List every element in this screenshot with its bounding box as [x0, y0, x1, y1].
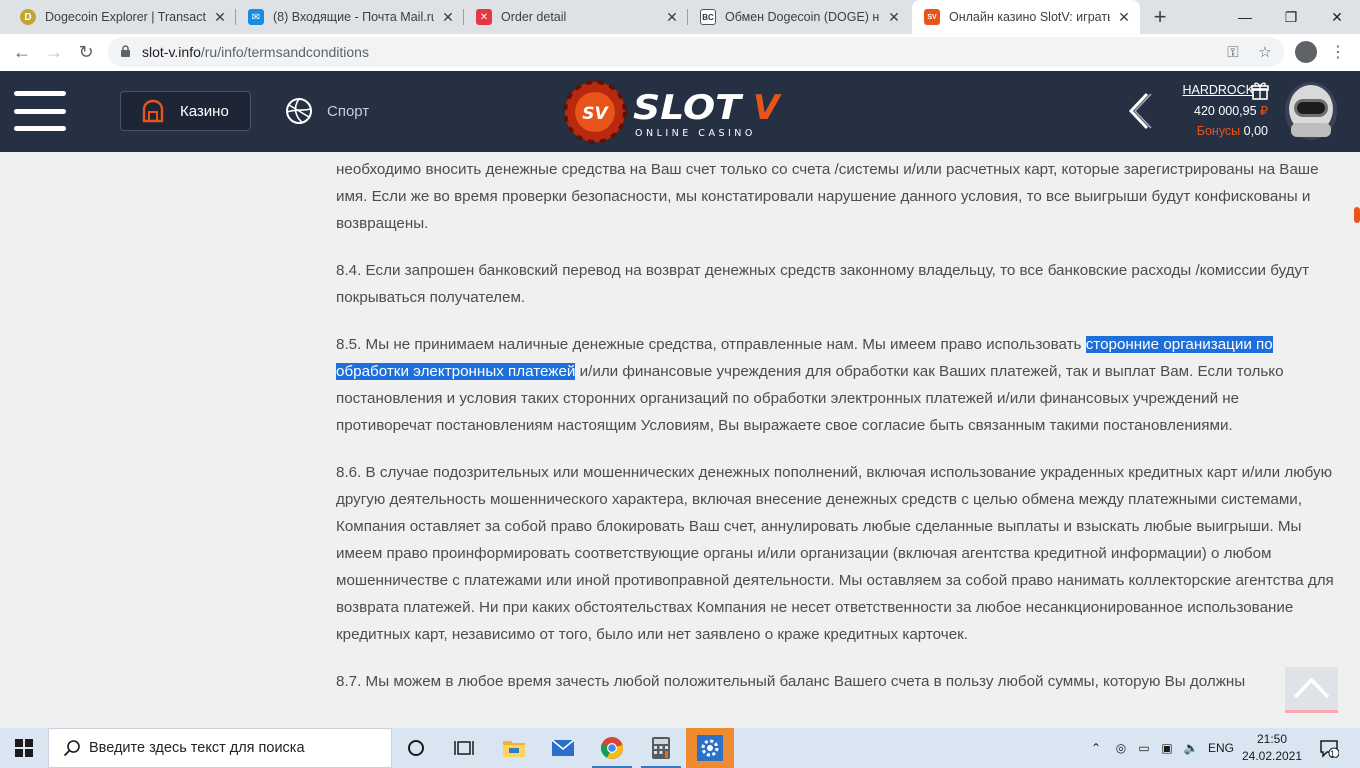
close-icon[interactable]: ✕ [212, 9, 228, 25]
chrome-icon[interactable] [588, 728, 636, 768]
close-icon[interactable]: ✕ [1116, 9, 1132, 25]
menu-kebab-icon[interactable]: ⋮ [1328, 42, 1348, 62]
minimize-button[interactable]: — [1222, 0, 1268, 34]
terms-content-area: необходимо вносить денежные средства на … [0, 152, 1350, 728]
gift-icon[interactable] [1250, 81, 1270, 101]
lock-icon [121, 45, 130, 57]
terms-paragraph: необходимо вносить денежные средства на … [336, 161, 1319, 232]
tablet-icon[interactable]: ▭ [1134, 728, 1154, 768]
sport-label: Спорт [327, 102, 370, 120]
new-tab-button[interactable]: + [1148, 4, 1172, 29]
user-account-block: HARDROCK 420 000,95 ₽ Бонусы 0,00 [1160, 81, 1270, 138]
bonus: Бонусы 0,00 [1160, 124, 1268, 138]
file-explorer-icon[interactable] [490, 728, 538, 768]
paragraph-text: 8.5. Мы не принимаем наличные денежные с… [336, 336, 1086, 353]
clock-date: 24.02.2021 [1241, 749, 1303, 763]
tab-slotv[interactable]: SV Онлайн казино SlotV: играть ✕ [912, 0, 1140, 34]
close-icon[interactable]: ✕ [440, 9, 456, 25]
basketball-icon [286, 98, 312, 124]
task-view-icon[interactable] [440, 728, 488, 768]
language-indicator[interactable]: ENG [1204, 728, 1238, 768]
balance-value: 420 000,95 [1194, 104, 1257, 118]
clock-time: 21:50 [1256, 732, 1288, 746]
scrollbar-thumb[interactable] [1354, 207, 1360, 223]
close-icon[interactable]: ✕ [664, 9, 680, 25]
chevron-left-icon[interactable] [1125, 91, 1153, 131]
tab-bestchange[interactable]: BC Обмен Dogecoin (DOGE) на С ✕ [688, 0, 910, 34]
cortana-icon[interactable] [392, 728, 440, 768]
casino-nav-button[interactable]: Казино [120, 91, 251, 131]
scroll-to-top-button[interactable] [1285, 667, 1338, 713]
tab-dogecoin-explorer[interactable]: D Dogecoin Explorer | Transaction ✕ [8, 0, 236, 34]
browser-toolbar: ← → ↻ slot-v.info/ru/info/termsandcondit… [0, 34, 1360, 71]
url-path: /ru/info/termsandconditions [200, 44, 369, 60]
key-icon[interactable]: ⚿ [1224, 43, 1242, 61]
windows-taskbar: Введите здесь текст для поиска ⌃ ◎ ▭ ▣ 🔈… [0, 728, 1360, 768]
casino-label: Казино [180, 102, 229, 120]
network-icon[interactable]: ▣ [1156, 728, 1178, 768]
exchange-icon: ✕ [476, 9, 492, 25]
page-scrollbar[interactable] [1350, 152, 1360, 728]
notification-count: 1 [1330, 749, 1336, 759]
url-text: slot-v.info/ru/info/termsandconditions [142, 44, 369, 60]
svg-text:SLOT: SLOT [633, 88, 744, 128]
calculator-icon[interactable] [637, 728, 685, 768]
balance: 420 000,95 ₽ [1160, 103, 1268, 118]
terms-paragraph-8-4: 8.4. Если запрошен банковский перевод на… [336, 262, 1310, 306]
tab-title: Dogecoin Explorer | Transaction [45, 10, 206, 24]
terms-paragraph-8-5: 8.5. Мы не принимаем наличные денежные с… [336, 331, 1336, 439]
tab-order-detail[interactable]: ✕ Order detail ✕ [464, 0, 688, 34]
tray-chevron-up-icon[interactable]: ⌃ [1086, 728, 1106, 768]
chevron-up-icon [1293, 677, 1330, 699]
site-header: Казино Спорт SV SLOT V ONLINE CASINO HAR… [0, 71, 1360, 152]
tab-title: (8) Входящие - Почта Mail.ru [273, 10, 434, 24]
tab-title: Order detail [501, 10, 567, 24]
tab-title: Онлайн казино SlotV: играть [949, 10, 1110, 24]
astronaut-avatar-icon[interactable] [1283, 79, 1339, 143]
hamburger-menu-icon[interactable] [14, 91, 66, 131]
search-placeholder: Введите здесь текст для поиска [89, 740, 305, 756]
notifications-icon[interactable]: 1 [1314, 728, 1344, 768]
currency-symbol: ₽ [1260, 104, 1268, 118]
close-icon[interactable]: ✕ [886, 9, 902, 25]
star-icon[interactable]: ☆ [1256, 43, 1274, 61]
bonus-label: Бонусы [1196, 124, 1241, 138]
sport-nav-button[interactable]: Спорт [285, 91, 369, 131]
reload-button[interactable]: ↻ [72, 38, 100, 66]
profile-avatar-icon[interactable] [1295, 41, 1317, 63]
volume-icon[interactable]: 🔈 [1180, 728, 1202, 768]
search-icon [63, 740, 80, 757]
restore-button[interactable]: ❐ [1268, 0, 1314, 34]
tab-mail[interactable]: ✉ (8) Входящие - Почта Mail.ru ✕ [236, 0, 464, 34]
windows-logo-icon [15, 739, 33, 757]
close-window-button[interactable]: ✕ [1314, 0, 1360, 34]
browser-tab-strip: D Dogecoin Explorer | Transaction ✕ ✉ (8… [0, 0, 1360, 34]
dogecoin-icon: D [20, 9, 36, 25]
terms-paragraph-8-6: 8.6. В случае подозрительных или мошенни… [336, 464, 1334, 643]
settings-icon[interactable] [686, 728, 734, 768]
mail-icon: ✉ [248, 9, 264, 25]
address-bar[interactable]: slot-v.info/ru/info/termsandconditions ⚿… [108, 37, 1284, 67]
slotv-icon: SV [924, 9, 940, 25]
url-host: slot-v.info [142, 44, 201, 60]
logo-tagline: ONLINE CASINO [635, 128, 756, 139]
terms-and-conditions-text: необходимо вносить денежные средства на … [336, 156, 1336, 715]
start-button[interactable] [0, 728, 48, 768]
tab-title: Обмен Dogecoin (DOGE) на С [725, 10, 880, 24]
username-link[interactable]: HARDROCK [1160, 83, 1254, 97]
forward-button[interactable]: → [40, 38, 68, 66]
logo-badge-text: SV [582, 104, 609, 124]
webcam-icon[interactable]: ◎ [1110, 728, 1132, 768]
back-button[interactable]: ← [8, 38, 36, 66]
taskbar-search-input[interactable]: Введите здесь текст для поиска [48, 728, 392, 768]
terms-paragraph-8-7: 8.7. Мы можем в любое время зачесть любо… [336, 673, 1246, 690]
slotv-logo[interactable]: SV SLOT V ONLINE CASINO [563, 79, 793, 145]
bestchange-icon: BC [700, 9, 716, 25]
system-clock[interactable]: 21:50 24.02.2021 [1240, 731, 1304, 765]
slot-machine-icon [142, 99, 164, 123]
mail-icon[interactable] [539, 728, 587, 768]
bonus-value: 0,00 [1243, 124, 1268, 138]
svg-text:V: V [753, 88, 782, 128]
